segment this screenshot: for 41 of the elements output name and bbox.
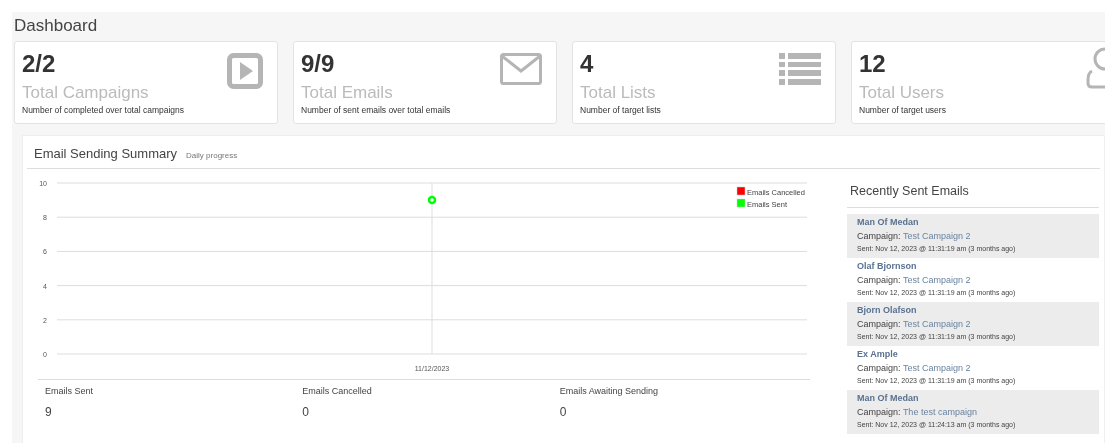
campaign-link[interactable]: Test Campaign 2 xyxy=(902,319,971,329)
stat-value: 9/9 xyxy=(301,50,335,78)
stat-label: Total Campaigns xyxy=(22,83,150,103)
campaign-link[interactable]: Test Campaign 2 xyxy=(902,231,971,241)
recipient-name: Ex Ample xyxy=(857,349,899,359)
page-title: Dashboard xyxy=(13,15,99,37)
total-value: 0 xyxy=(302,405,310,419)
stat-description: Number of target users xyxy=(859,105,947,115)
stat-value: 4 xyxy=(580,50,594,78)
section-subtitle: Daily progress xyxy=(186,151,238,160)
stat-label: Total Users xyxy=(859,83,946,103)
stat-value: 2/2 xyxy=(22,50,56,78)
campaign-link[interactable]: The test campaign xyxy=(902,407,977,417)
section-title: Recently Sent Emails xyxy=(847,184,1099,208)
stat-label: Total Lists xyxy=(580,83,657,103)
campaign-label: Campaign: xyxy=(857,363,901,373)
section-title: Email Sending Summary xyxy=(34,146,178,161)
list-icon xyxy=(779,53,821,85)
stat-description: Number of sent emails over total emails xyxy=(301,105,452,115)
play-icon xyxy=(227,53,263,89)
total-label: Emails Sent xyxy=(45,386,95,396)
campaign-label: Campaign: xyxy=(857,407,901,417)
recipient-name: Man Of Medan xyxy=(857,217,920,227)
campaign-label: Campaign: xyxy=(857,231,901,241)
stat-label: Total Emails xyxy=(301,83,394,103)
total-value: 0 xyxy=(559,405,568,419)
campaign-label: Campaign: xyxy=(857,319,901,329)
total-label: Emails Cancelled xyxy=(302,386,373,396)
stat-description: Number of target lists xyxy=(580,105,662,115)
stat-description: Number of completed over total campaigns xyxy=(22,105,186,115)
data-point xyxy=(427,195,437,205)
envelope-icon xyxy=(500,53,542,85)
total-value: 9 xyxy=(45,405,53,419)
recipient-name: Bjorn Olafson xyxy=(857,305,918,315)
recipient-name: Olaf Bjornson xyxy=(857,261,918,271)
total-label: Emails Awaiting Sending xyxy=(559,386,660,396)
stat-value: 12 xyxy=(859,50,886,78)
recipient-name: Man Of Medan xyxy=(857,393,920,403)
campaign-label: Campaign: xyxy=(857,275,901,285)
campaign-link[interactable]: Test Campaign 2 xyxy=(902,363,971,373)
campaign-link[interactable]: Test Campaign 2 xyxy=(902,275,971,285)
